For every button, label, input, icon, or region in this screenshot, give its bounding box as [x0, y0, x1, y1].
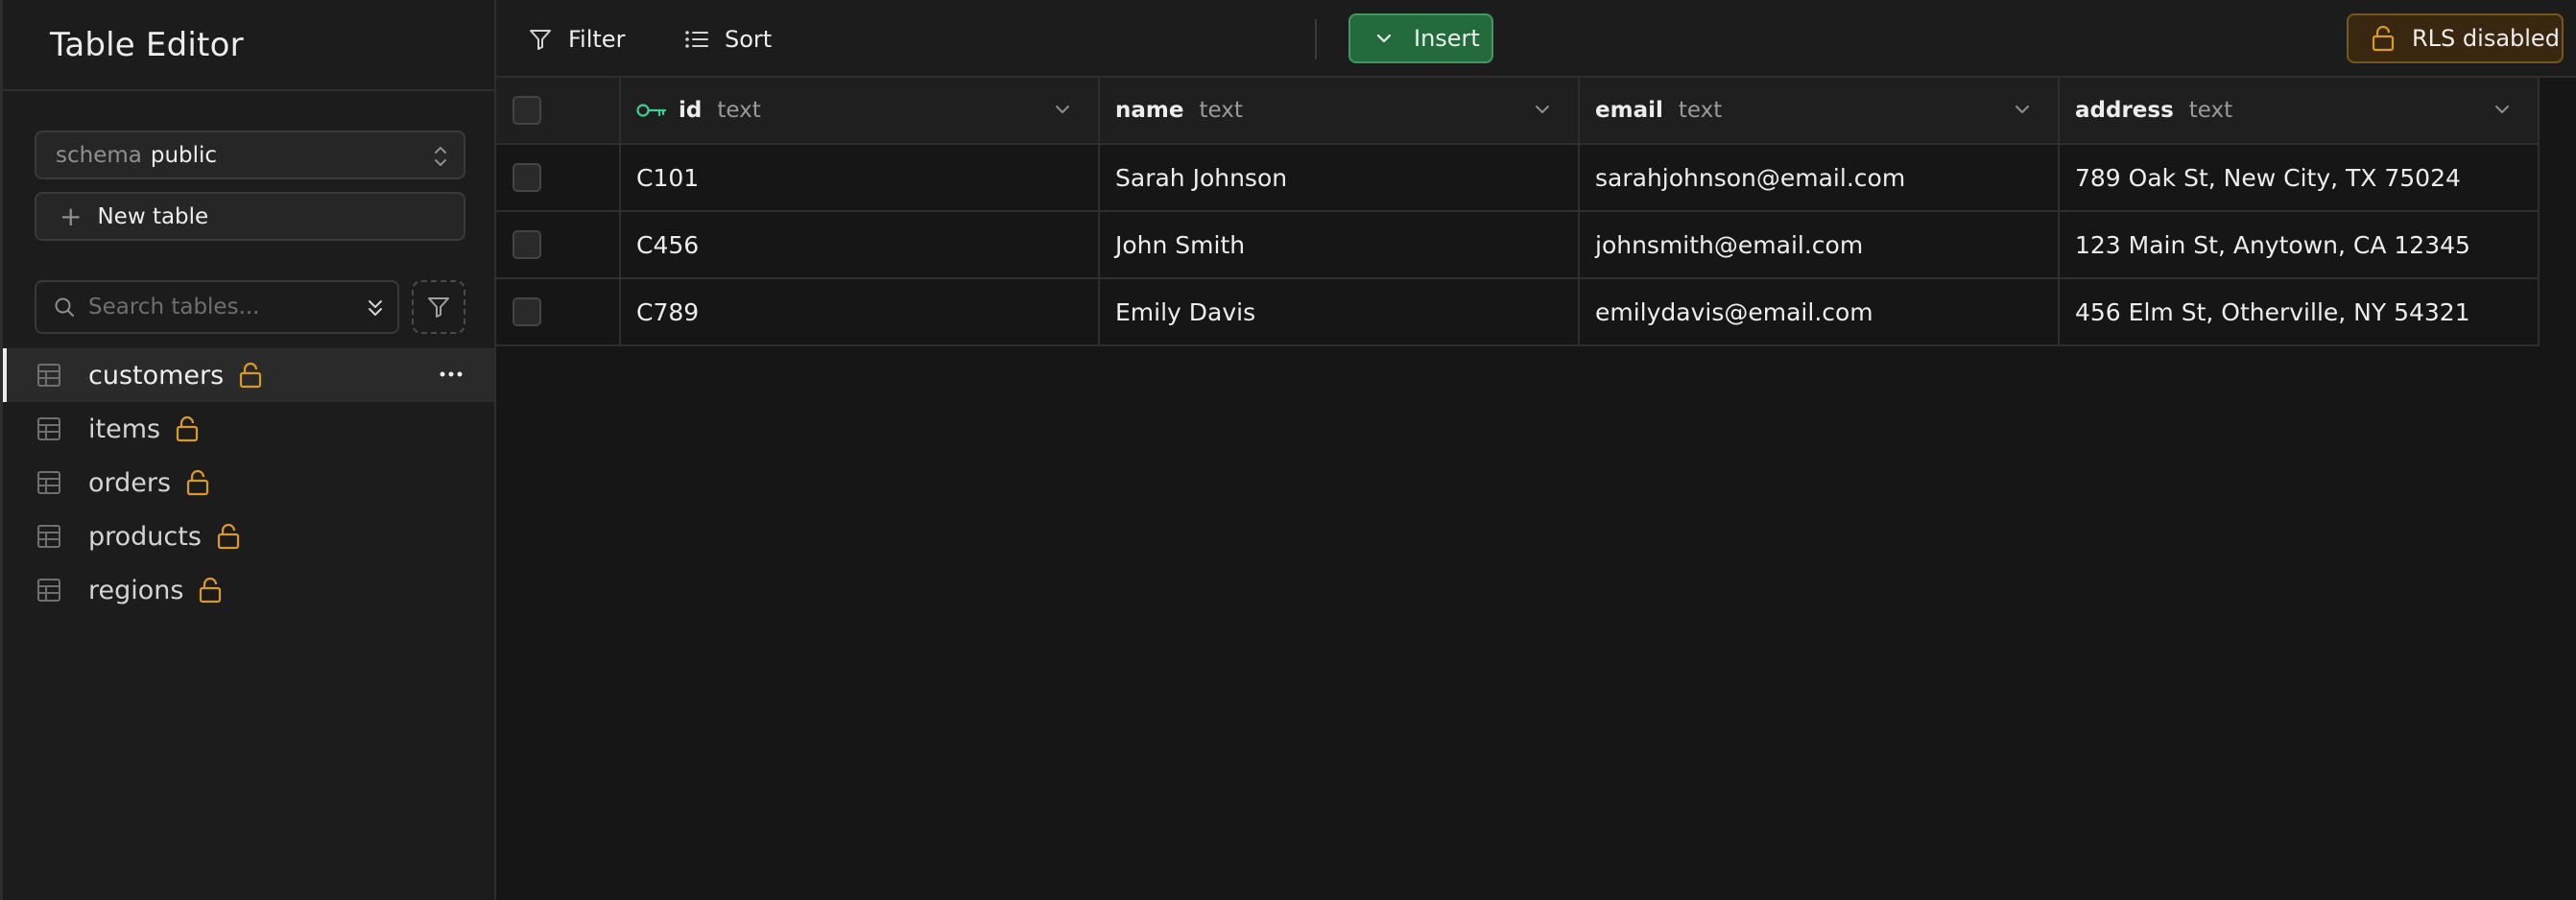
- app: Table Editor schema public + New table S…: [0, 0, 2576, 900]
- table-row: C789 Emily Davis emilydavis@email.com 45…: [496, 279, 2540, 346]
- column-name: id: [679, 98, 703, 123]
- schema-label: schema: [56, 142, 142, 168]
- sort-list-icon: [685, 31, 708, 48]
- table-item-items[interactable]: items: [3, 402, 494, 456]
- cell-address[interactable]: 789 Oak St, New City, TX 75024: [2060, 145, 2540, 210]
- column-type: text: [1678, 98, 1723, 123]
- table-item-label: regions: [88, 575, 184, 605]
- new-table-button[interactable]: + New table: [35, 192, 465, 241]
- unlocked-icon: [240, 362, 262, 389]
- more-options-icon[interactable]: [439, 362, 464, 387]
- grid-header-row: id text name text email text address tex…: [496, 78, 2540, 145]
- row-select-cell: [496, 145, 621, 210]
- unlocked-icon: [176, 415, 199, 442]
- sidebar-header: Table Editor: [3, 0, 494, 91]
- cell-email[interactable]: sarahjohnson@email.com: [1580, 145, 2060, 210]
- table-icon: [37, 364, 60, 387]
- filter-button[interactable]: Filter: [528, 20, 625, 59]
- column-name: email: [1595, 98, 1663, 123]
- select-all-cell: [496, 78, 621, 143]
- rls-label: RLS disabled: [2412, 25, 2560, 52]
- row-select-cell: [496, 212, 621, 277]
- row-select-cell: [496, 279, 621, 344]
- insert-label: Insert: [1414, 25, 1480, 52]
- schema-value: public: [150, 142, 218, 168]
- row-checkbox[interactable]: [513, 230, 541, 259]
- cell-name[interactable]: John Smith: [1100, 212, 1580, 277]
- insert-button[interactable]: Insert: [1348, 13, 1493, 63]
- table-item-label: orders: [88, 467, 172, 498]
- toolbar: Filter Sort Insert RLS disabled: [496, 0, 2576, 78]
- search-icon: [55, 297, 74, 317]
- column-type: text: [2188, 98, 2233, 123]
- table-row: C456 John Smith johnsmith@email.com 123 …: [496, 212, 2540, 279]
- search-tables-box: [35, 280, 399, 334]
- cell-email[interactable]: johnsmith@email.com: [1580, 212, 2060, 277]
- table-item-orders[interactable]: orders: [3, 456, 494, 509]
- column-type: text: [1199, 98, 1243, 123]
- column-header-id[interactable]: id text: [621, 78, 1100, 143]
- chevron-down-icon: [1376, 34, 1392, 43]
- unlocked-icon: [200, 577, 222, 604]
- table-icon: [37, 471, 60, 494]
- table-row: C101 Sarah Johnson sarahjohnson@email.co…: [496, 145, 2540, 212]
- column-name: name: [1115, 98, 1184, 123]
- column-header-email[interactable]: email text: [1580, 78, 2060, 143]
- column-name: address: [2075, 98, 2174, 123]
- sidebar: Table Editor schema public + New table S…: [0, 0, 496, 900]
- table-item-products[interactable]: products: [3, 509, 494, 563]
- row-checkbox[interactable]: [513, 297, 541, 326]
- cell-name[interactable]: Emily Davis: [1100, 279, 1580, 344]
- table-item-label: products: [88, 521, 202, 552]
- unlocked-icon: [186, 469, 209, 496]
- table-list: customers items orders products regions: [3, 348, 494, 617]
- filter-icon: [428, 297, 449, 318]
- chevron-down-icon[interactable]: [2493, 104, 2511, 115]
- sidebar-title: Table Editor: [50, 25, 244, 64]
- table-icon: [37, 417, 60, 440]
- main-panel: Filter Sort Insert RLS disabled id text …: [496, 0, 2576, 900]
- double-chevron-down-icon[interactable]: [365, 296, 386, 321]
- chevron-down-icon[interactable]: [1534, 104, 1551, 115]
- chevron-down-icon[interactable]: [2014, 104, 2031, 115]
- chevron-down-icon[interactable]: [1054, 104, 1071, 115]
- cell-id[interactable]: C456: [621, 212, 1100, 277]
- filter-label: Filter: [568, 26, 626, 53]
- cell-name[interactable]: Sarah Johnson: [1100, 145, 1580, 210]
- sort-button[interactable]: Sort: [684, 20, 772, 59]
- cell-email[interactable]: emilydavis@email.com: [1580, 279, 2060, 344]
- unlocked-icon: [217, 523, 240, 550]
- schema-select[interactable]: schema public: [35, 130, 465, 179]
- toolbar-divider: [1315, 19, 1317, 59]
- table-icon: [37, 525, 60, 548]
- cell-address[interactable]: 456 Elm St, Otherville, NY 54321: [2060, 279, 2540, 344]
- select-all-checkbox[interactable]: [513, 96, 541, 125]
- table-item-label: customers: [88, 360, 225, 391]
- cell-id[interactable]: C101: [621, 145, 1100, 210]
- rls-disabled-button[interactable]: RLS disabled: [2347, 13, 2564, 63]
- cell-id[interactable]: C789: [621, 279, 1100, 344]
- table-item-customers[interactable]: customers: [3, 348, 494, 402]
- row-checkbox[interactable]: [513, 163, 541, 192]
- table-item-label: items: [88, 414, 161, 444]
- table-icon: [37, 579, 60, 602]
- chevron-up-down-icon: [435, 147, 446, 166]
- primary-key-icon: [636, 104, 667, 117]
- column-type: text: [717, 98, 761, 123]
- filter-icon: [530, 30, 551, 50]
- unlocked-icon: [2372, 25, 2395, 52]
- search-tables-input[interactable]: [88, 295, 347, 320]
- column-header-name[interactable]: name text: [1100, 78, 1580, 143]
- filter-tables-button[interactable]: [412, 280, 465, 334]
- new-table-label: New table: [97, 203, 209, 229]
- column-header-address[interactable]: address text: [2060, 78, 2540, 143]
- data-grid: id text name text email text address tex…: [496, 78, 2540, 346]
- plus-icon: +: [60, 200, 83, 232]
- table-item-regions[interactable]: regions: [3, 563, 494, 617]
- sort-label: Sort: [725, 26, 773, 53]
- cell-address[interactable]: 123 Main St, Anytown, CA 12345: [2060, 212, 2540, 277]
